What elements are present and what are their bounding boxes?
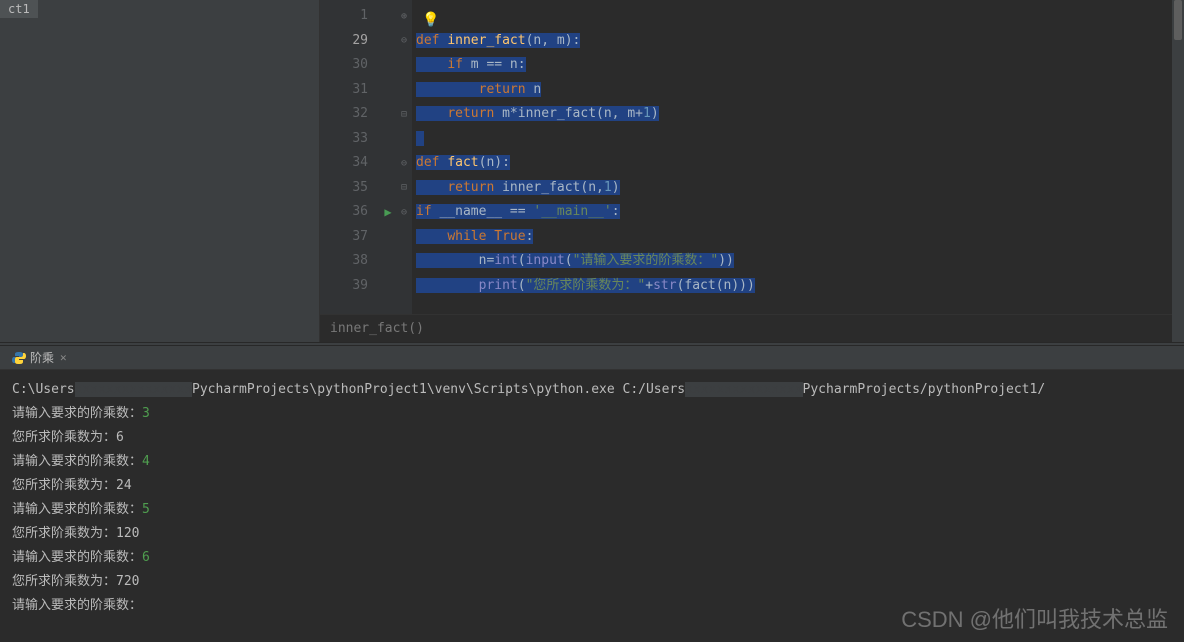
fold-end-icon[interactable]: ⊟: [396, 176, 412, 201]
breadcrumb[interactable]: inner_fact(): [320, 314, 1184, 342]
editor-pane: 1 29 30 31 32 33 34 35 36 37 38 39: [320, 0, 1184, 342]
sidebar-tab[interactable]: ct1: [0, 0, 38, 18]
line-number: 35: [352, 176, 368, 201]
code-content[interactable]: 💡 def inner_fact(n, m): if m == n: retur…: [412, 0, 1184, 314]
run-line-icon[interactable]: ▶: [380, 200, 396, 225]
run-tab-label: 阶乘: [30, 349, 54, 366]
line-number: 29: [352, 29, 368, 54]
fold-end-icon[interactable]: ⊟: [396, 102, 412, 127]
line-number: 36: [352, 200, 368, 225]
editor-scrollbar[interactable]: [1172, 0, 1184, 314]
run-gutter: ▶: [380, 0, 396, 314]
run-panel: 阶乘 ✕ C:\UsersxxxxxxxxxxxxxxxPycharmProje…: [0, 346, 1184, 642]
fold-collapse-icon[interactable]: ⊖: [396, 151, 412, 176]
fold-collapse-icon[interactable]: ⊖: [396, 29, 412, 54]
close-icon[interactable]: ✕: [60, 351, 67, 364]
line-number: 32: [352, 102, 368, 127]
line-number: 34: [352, 151, 368, 176]
code-area[interactable]: 1 29 30 31 32 33 34 35 36 37 38 39: [320, 0, 1184, 314]
run-tab-bar: 阶乘 ✕: [0, 346, 1184, 370]
line-number-gutter[interactable]: 1 29 30 31 32 33 34 35 36 37 38 39: [320, 0, 380, 314]
line-number: 30: [352, 53, 368, 78]
line-number: 39: [352, 274, 368, 299]
editor-area: ct1 1 29 30 31 32 33 34 35 36 37 38 39: [0, 0, 1184, 342]
line-number: 31: [352, 78, 368, 103]
line-number: 37: [352, 225, 368, 250]
watermark: CSDN @他们叫我技术总监: [901, 602, 1168, 634]
fold-gutter: ⊕ ⊖ ⊟ ⊖ ⊟ ⊖: [396, 0, 412, 314]
fold-expand-icon[interactable]: ⊕: [396, 4, 412, 29]
fold-collapse-icon[interactable]: ⊖: [396, 200, 412, 225]
line-number: 38: [352, 249, 368, 274]
line-number: 1: [360, 4, 368, 29]
run-tab[interactable]: 阶乘 ✕: [6, 347, 73, 368]
line-number: 33: [352, 127, 368, 152]
python-icon: [12, 351, 26, 365]
project-sidebar[interactable]: ct1: [0, 0, 320, 342]
